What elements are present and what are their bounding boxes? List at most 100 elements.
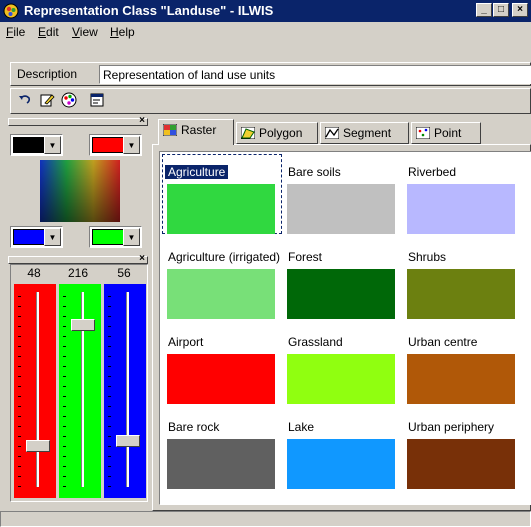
slider-tick <box>108 466 111 467</box>
slider-tick <box>18 466 21 467</box>
slider-tick <box>18 456 21 457</box>
class-swatch-bare-rock[interactable] <box>167 439 275 489</box>
green-slider[interactable] <box>59 284 101 498</box>
menu-view-label: iew <box>79 25 98 39</box>
secondary-color-combo[interactable]: ▼ <box>89 134 142 156</box>
slider-tick <box>63 466 66 467</box>
color-spectrum-picker[interactable] <box>40 160 120 222</box>
menu-help[interactable]: Help <box>110 25 135 39</box>
red-slider-track <box>36 292 39 487</box>
tab-segment[interactable]: Segment <box>320 122 409 144</box>
class-label[interactable]: Urban periphery <box>408 420 494 434</box>
red-slider[interactable] <box>14 284 56 498</box>
class-label[interactable]: Urban centre <box>408 335 477 349</box>
menu-bar: File Edit View Help <box>0 22 531 42</box>
lower-left-color-combo[interactable]: ▼ <box>10 226 63 248</box>
properties-button[interactable] <box>87 92 107 112</box>
class-label[interactable]: Grassland <box>288 335 343 349</box>
close-button[interactable]: × <box>512 3 528 17</box>
slider-tick <box>108 396 111 397</box>
slider-tick <box>108 456 111 457</box>
close-icon[interactable]: × <box>139 253 145 264</box>
class-label[interactable]: Forest <box>288 250 322 264</box>
primary-color-combo[interactable]: ▼ <box>10 134 63 156</box>
edit-button[interactable] <box>37 92 57 112</box>
class-swatch-riverbed[interactable] <box>407 184 515 234</box>
slider-tick <box>108 416 111 417</box>
chevron-down-icon[interactable]: ▼ <box>44 228 61 246</box>
class-label[interactable]: Bare rock <box>168 420 219 434</box>
lower-right-color-combo[interactable]: ▼ <box>89 226 142 248</box>
slider-tick <box>108 306 111 307</box>
blue-slider[interactable] <box>104 284 146 498</box>
secondary-color-swatch <box>92 137 124 153</box>
class-label[interactable]: Lake <box>288 420 314 434</box>
class-label[interactable]: Bare soils <box>288 165 341 179</box>
slider-tick <box>18 306 21 307</box>
tab-raster-label: Raster <box>181 123 217 137</box>
maximize-button[interactable]: □ <box>493 3 509 17</box>
lower-right-color-swatch <box>92 229 124 245</box>
class-swatch-forest[interactable] <box>287 269 395 319</box>
slider-tick <box>108 336 111 337</box>
menu-view[interactable]: View <box>72 25 98 39</box>
tab-raster[interactable]: Raster <box>158 119 234 145</box>
slider-tick <box>18 396 21 397</box>
segment-icon <box>325 127 339 139</box>
tab-point[interactable]: Point <box>411 122 481 144</box>
ilwis-app-icon <box>3 3 19 19</box>
rgb-slider-dockbar[interactable]: × <box>8 253 148 264</box>
minimize-button[interactable]: _ <box>476 3 492 17</box>
tab-polygon[interactable]: Polygon <box>236 122 318 144</box>
class-label[interactable]: Airport <box>168 335 203 349</box>
chevron-down-icon[interactable]: ▼ <box>123 228 140 246</box>
menu-file[interactable]: File <box>6 25 25 39</box>
slider-tick <box>18 416 21 417</box>
slider-tick <box>18 346 21 347</box>
blue-value: 56 <box>117 266 131 280</box>
slider-tick <box>63 326 66 327</box>
close-icon[interactable]: × <box>139 115 145 126</box>
slider-tick <box>108 476 111 477</box>
slider-tick <box>63 336 66 337</box>
slider-tick <box>18 356 21 357</box>
menu-edit[interactable]: Edit <box>38 25 59 39</box>
class-swatch-shrubs[interactable] <box>407 269 515 319</box>
slider-tick <box>108 436 111 437</box>
blue-slider-thumb[interactable] <box>116 434 140 447</box>
edit-icon <box>40 94 55 107</box>
menu-help-accel: H <box>110 25 119 39</box>
chevron-down-icon[interactable]: ▼ <box>44 136 61 154</box>
class-label[interactable]: Riverbed <box>408 165 456 179</box>
class-swatch-urban-periphery[interactable] <box>407 439 515 489</box>
chevron-down-icon[interactable]: ▼ <box>123 136 140 154</box>
slider-tick <box>108 356 111 357</box>
description-label: Description <box>17 67 78 81</box>
class-swatch-agriculture[interactable] <box>167 184 275 234</box>
description-input[interactable] <box>99 65 531 84</box>
class-swatch-bare-soils[interactable] <box>287 184 395 234</box>
class-swatch-grassland[interactable] <box>287 354 395 404</box>
class-label[interactable]: Agriculture (irrigated) <box>168 250 286 264</box>
class-swatch-airport[interactable] <box>167 354 275 404</box>
window-title: Representation Class "Landuse" - ILWIS <box>24 3 274 18</box>
class-swatch-urban-centre[interactable] <box>407 354 515 404</box>
title-bar[interactable]: Representation Class "Landuse" - ILWIS _… <box>0 0 531 22</box>
slider-tick <box>18 406 21 407</box>
slider-tick <box>63 436 66 437</box>
class-label[interactable]: Agriculture <box>165 165 229 179</box>
undo-button[interactable] <box>15 92 35 112</box>
slider-tick <box>63 346 66 347</box>
slider-tick <box>18 296 21 297</box>
slider-tick <box>108 326 111 327</box>
red-slider-thumb[interactable] <box>26 440 50 453</box>
class-swatch-lake[interactable] <box>287 439 395 489</box>
color-picker-dockbar[interactable]: × <box>8 115 148 126</box>
green-slider-thumb[interactable] <box>71 319 95 332</box>
class-label[interactable]: Shrubs <box>408 250 446 264</box>
palette-button[interactable] <box>59 92 79 112</box>
class-grid: Agriculture Bare soils Riverbed Agricult… <box>159 151 531 505</box>
slider-tick <box>18 316 21 317</box>
lower-left-color-swatch <box>13 229 45 245</box>
class-swatch-agriculture-irrigated[interactable] <box>167 269 275 319</box>
